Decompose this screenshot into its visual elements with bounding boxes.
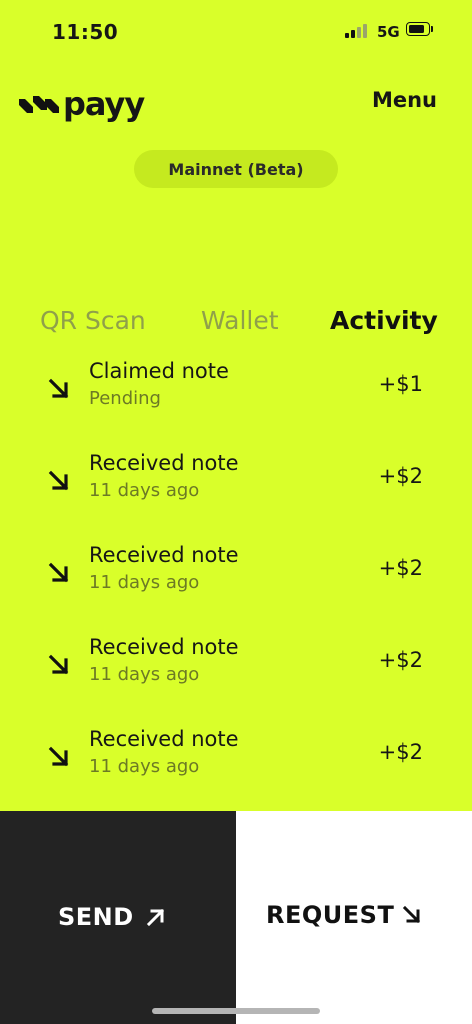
tab-qr-scan[interactable]: QR Scan (40, 306, 146, 335)
request-button[interactable]: REQUEST (236, 811, 472, 1024)
logo-text: payy (63, 85, 145, 123)
activity-title: Received note (89, 543, 239, 567)
activity-amount: +$2 (378, 648, 423, 672)
arrow-down-right-icon (48, 562, 69, 583)
activity-item[interactable]: Claimed note Pending +$1 (0, 354, 472, 446)
menu-button[interactable]: Menu (372, 88, 437, 112)
send-label: SEND (58, 903, 134, 931)
activity-amount: +$2 (378, 464, 423, 488)
arrow-down-right-icon (48, 746, 69, 767)
tab-activity[interactable]: Activity (330, 306, 438, 335)
arrow-up-right-icon (146, 908, 165, 927)
tab-bar: QR Scan Wallet Activity (0, 306, 472, 342)
activity-subtitle: 11 days ago (89, 664, 200, 685)
activity-title: Received note (89, 727, 239, 751)
activity-item[interactable]: Received note 11 days ago +$2 (0, 630, 472, 722)
activity-amount: +$2 (378, 556, 423, 580)
status-bar: 11:50 5G (0, 0, 472, 60)
home-indicator[interactable] (152, 1008, 320, 1014)
network-badge-label: Mainnet (Beta) (168, 159, 304, 179)
send-button[interactable]: SEND (0, 811, 236, 1024)
action-bar: SEND REQUEST (0, 811, 472, 1024)
arrow-down-right-icon (48, 470, 69, 491)
activity-subtitle: Pending (89, 388, 161, 409)
activity-title: Claimed note (89, 359, 229, 383)
activity-amount: +$1 (378, 372, 423, 396)
activity-title: Received note (89, 635, 239, 659)
arrow-down-right-icon (402, 905, 421, 924)
signal-icon (345, 24, 369, 38)
activity-subtitle: 11 days ago (89, 756, 200, 777)
payy-logo-icon (19, 96, 59, 113)
activity-item[interactable]: Received note 11 days ago +$2 (0, 446, 472, 538)
payy-logo: payy (19, 85, 145, 123)
activity-subtitle: 11 days ago (89, 572, 200, 593)
request-label: REQUEST (266, 901, 395, 929)
activity-item[interactable]: Received note 11 days ago +$2 (0, 722, 472, 814)
activity-title: Received note (89, 451, 239, 475)
activity-amount: +$2 (378, 740, 423, 764)
status-time: 11:50 (52, 20, 119, 44)
network-type: 5G (377, 23, 400, 41)
arrow-down-right-icon (48, 378, 69, 399)
network-badge[interactable]: Mainnet (Beta) (134, 150, 338, 188)
activity-list: Claimed note Pending +$1 Received note 1… (0, 354, 472, 814)
battery-icon (406, 22, 434, 38)
activity-subtitle: 11 days ago (89, 480, 200, 501)
arrow-down-right-icon (48, 654, 69, 675)
activity-item[interactable]: Received note 11 days ago +$2 (0, 538, 472, 630)
app-header: payy Menu (0, 80, 472, 126)
tab-wallet[interactable]: Wallet (201, 306, 279, 335)
